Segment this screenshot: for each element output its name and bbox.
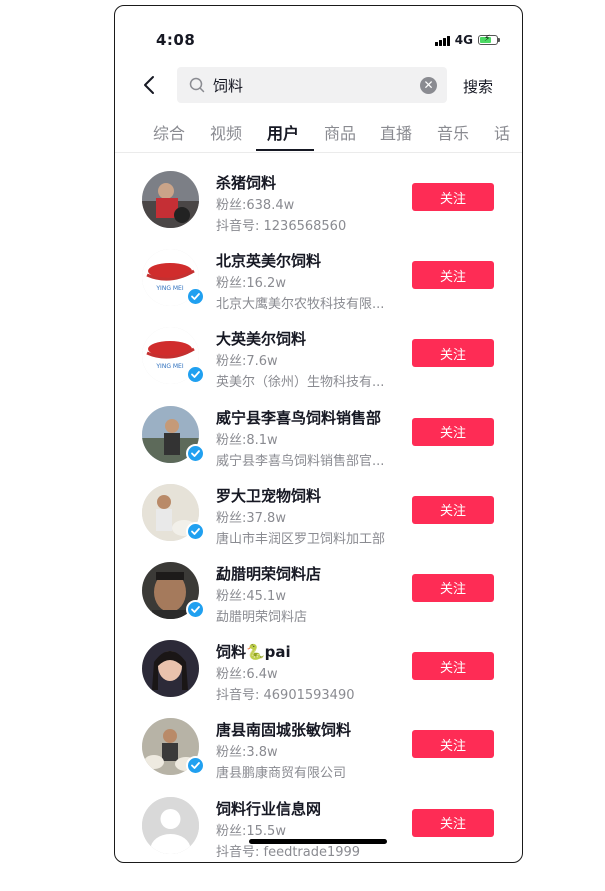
network-type: 4G: [454, 33, 473, 47]
search-query: 饲料: [213, 76, 244, 95]
follower-count: 粉丝:45.1w: [216, 588, 286, 604]
list-item[interactable]: 勐腊明荣饲料店 粉丝:45.1w 勐腊明荣饲料店 关注: [115, 552, 522, 630]
status-bar: 4:08 4G ⚡: [115, 6, 522, 66]
follow-button[interactable]: 关注: [412, 339, 494, 368]
verified-badge-icon: [186, 756, 205, 776]
avatar[interactable]: [142, 640, 199, 698]
user-subtitle: 北京大鹰美尔农牧科技有限...: [216, 297, 385, 313]
list-item[interactable]: 罗大卫宠物饲料 粉丝:37.8w 唐山市丰润区罗卫饲料加工部 关注: [115, 474, 522, 552]
user-subtitle: 勐腊明荣饲料店: [216, 609, 308, 625]
tab-products[interactable]: 商品: [324, 120, 356, 144]
user-name: 威宁县李喜鸟饲料销售部: [216, 408, 382, 427]
follower-count: 粉丝:16.2w: [216, 276, 286, 292]
search-bar: 饲料 ✕ 搜索: [115, 66, 522, 106]
search-input[interactable]: 饲料 ✕: [177, 67, 447, 103]
list-item[interactable]: 唐县南固城张敏饲料 粉丝:3.8w 唐县鹏康商贸有限公司 关注: [115, 708, 522, 786]
verified-badge-icon: [186, 287, 205, 307]
list-item[interactable]: 杀猪饲料 粉丝:638.4w 抖音号: 1236568560 关注: [115, 161, 522, 239]
user-name: 饲料行业信息网: [216, 799, 322, 818]
category-tabs: 综合 视频 用户 商品 直播 音乐 话: [115, 114, 522, 153]
phone-frame: 4:08 4G ⚡ 饲料 ✕ 搜索 综合 视频 用户 商品 直播 音乐 话 杀猪…: [114, 5, 523, 863]
follower-count: 粉丝:37.8w: [216, 510, 286, 526]
tab-music[interactable]: 音乐: [437, 120, 469, 144]
verified-badge-icon: [186, 365, 205, 385]
svg-text:YING MEI: YING MEI: [155, 363, 183, 370]
user-name: 饲料🐍pai: [216, 643, 291, 662]
follower-count: 粉丝:7.6w: [216, 354, 278, 370]
active-tab-indicator: [256, 149, 314, 151]
avatar[interactable]: [142, 171, 199, 228]
follower-count: 粉丝:3.8w: [216, 745, 278, 761]
follow-button[interactable]: 关注: [412, 573, 494, 602]
user-subtitle: 唐县鹏康商贸有限公司: [216, 766, 347, 782]
list-item[interactable]: YING MEI 北京英美尔饲料 粉丝:16.2w 北京大鹰美尔农牧科技有限..…: [115, 239, 522, 317]
follow-button[interactable]: 关注: [412, 495, 494, 524]
back-icon[interactable]: [139, 74, 161, 96]
user-name: 罗大卫宠物饲料: [216, 486, 322, 505]
user-subtitle: 英美尔（徐州）生物科技有...: [216, 375, 385, 391]
search-icon: [189, 77, 205, 93]
tab-videos[interactable]: 视频: [210, 120, 242, 144]
follow-button[interactable]: 关注: [412, 261, 494, 290]
user-subtitle: 抖音号: 1236568560: [216, 219, 347, 234]
verified-badge-icon: [186, 443, 205, 463]
follower-count: 粉丝:6.4w: [216, 667, 278, 683]
list-item[interactable]: 威宁县李喜鸟饲料销售部 粉丝:8.1w 威宁县李喜鸟饲料销售部官... 关注: [115, 396, 522, 474]
list-item[interactable]: 饲料行业信息网 粉丝:15.5w 抖音号: feedtrade1999 关注: [115, 787, 522, 863]
user-name: 唐县南固城张敏饲料: [216, 721, 352, 740]
avatar[interactable]: [142, 796, 199, 854]
follower-count: 粉丝:15.5w: [216, 823, 286, 839]
battery-icon: ⚡: [478, 34, 500, 45]
user-name: 勐腊明荣饲料店: [216, 564, 322, 583]
search-button[interactable]: 搜索: [463, 76, 493, 97]
user-name: 杀猪饲料: [216, 174, 277, 192]
follow-button[interactable]: 关注: [412, 808, 494, 837]
follower-count: 粉丝:638.4w: [216, 198, 295, 213]
user-name: 北京英美尔饲料: [216, 252, 322, 271]
signal-icon: [435, 35, 450, 46]
svg-text:YING MEI: YING MEI: [155, 285, 183, 292]
tab-all[interactable]: 综合: [153, 120, 185, 144]
home-indicator[interactable]: [249, 839, 387, 844]
tab-users[interactable]: 用户: [267, 120, 299, 144]
follow-button[interactable]: 关注: [412, 652, 494, 681]
status-time: 4:08: [156, 31, 196, 49]
user-list: 杀猪饲料 粉丝:638.4w 抖音号: 1236568560 关注 YING M…: [115, 161, 522, 863]
user-subtitle: 抖音号: 46901593490: [216, 688, 355, 704]
user-subtitle: 威宁县李喜鸟饲料销售部官...: [216, 453, 385, 469]
tab-live[interactable]: 直播: [380, 120, 412, 144]
follow-button[interactable]: 关注: [412, 417, 494, 446]
follow-button[interactable]: 关注: [412, 183, 494, 211]
list-item[interactable]: 饲料🐍pai 粉丝:6.4w 抖音号: 46901593490 关注: [115, 630, 522, 708]
follower-count: 粉丝:8.1w: [216, 432, 278, 448]
tab-topics[interactable]: 话: [494, 120, 510, 144]
status-indicators: 4G ⚡: [435, 33, 500, 47]
follow-button[interactable]: 关注: [412, 730, 494, 759]
user-name: 大英美尔饲料: [216, 330, 307, 349]
user-subtitle: 唐山市丰润区罗卫饲料加工部: [216, 531, 386, 547]
clear-icon[interactable]: ✕: [420, 76, 437, 94]
verified-badge-icon: [186, 521, 205, 541]
list-item[interactable]: YING MEI 大英美尔饲料 粉丝:7.6w 英美尔（徐州）生物科技有... …: [115, 317, 522, 395]
verified-badge-icon: [186, 599, 205, 619]
